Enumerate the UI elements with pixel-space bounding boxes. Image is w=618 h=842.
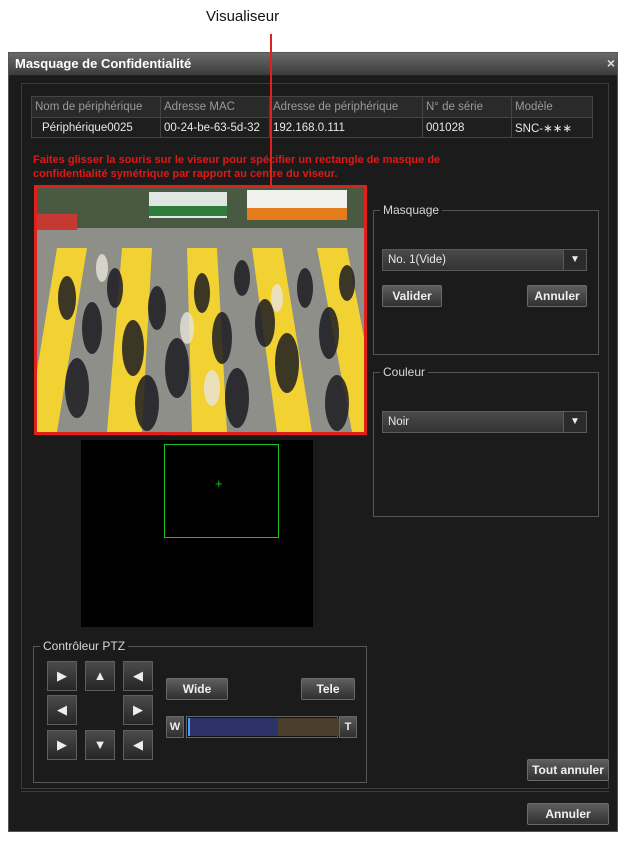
privacy-masking-window: Masquage de Confidentialité × Nom de pér…: [8, 52, 618, 832]
title-bar: Masquage de Confidentialité ×: [9, 53, 617, 76]
ptz-controller-group: Contrôleur PTZ: [33, 639, 367, 783]
device-table-header: Nom de périphérique Adresse MAC Adresse …: [31, 96, 593, 118]
color-group: Couleur: [373, 365, 599, 517]
masking-legend: Masquage: [383, 203, 440, 217]
close-icon[interactable]: ×: [607, 55, 615, 71]
viewer-callout-label: Visualiseur: [206, 8, 280, 25]
col-model: Modèle: [511, 96, 593, 118]
viewer-callout-line: [270, 34, 272, 188]
mask-number-value: No. 1(Vide): [388, 254, 446, 266]
camera-feed-image: [37, 188, 364, 432]
cancel-button[interactable]: Annuler: [527, 803, 609, 825]
window-title: Masquage de Confidentialité: [15, 56, 192, 71]
pan-up-left-button[interactable]: ▶: [47, 661, 77, 691]
cell-mac: 00-24-be-63-5d-32: [160, 117, 270, 138]
camera-viewer[interactable]: [34, 185, 367, 435]
pan-down-right-button[interactable]: ◀: [123, 730, 153, 760]
pan-tilt-minimap[interactable]: +: [81, 440, 313, 627]
zoom-wide-end-button[interactable]: W: [166, 716, 184, 738]
mask-number-select[interactable]: No. 1(Vide) ▼: [382, 249, 587, 271]
pan-right-button[interactable]: ▶: [123, 695, 153, 725]
col-device-name: Nom de périphérique: [31, 96, 161, 118]
zoom-slider-handle[interactable]: [188, 718, 190, 736]
tele-button[interactable]: Tele: [301, 678, 355, 700]
color-legend: Couleur: [383, 365, 426, 379]
footer-divider: [21, 791, 609, 792]
col-mac: Adresse MAC: [160, 96, 270, 118]
table-row[interactable]: Périphérique0025 00-24-be-63-5d-32 192.1…: [31, 117, 593, 138]
apply-button[interactable]: Valider: [382, 285, 442, 307]
cell-device-name: Périphérique0025: [31, 117, 161, 138]
chevron-down-icon[interactable]: ▼: [563, 412, 586, 432]
tilt-down-button[interactable]: ▼: [85, 730, 115, 760]
center-crosshair-icon: +: [215, 476, 223, 491]
cell-model: SNC-∗∗∗: [511, 117, 593, 138]
current-view-rectangle[interactable]: [164, 444, 279, 538]
ptz-legend: Contrôleur PTZ: [43, 639, 126, 653]
pan-down-left-button[interactable]: ▶: [47, 730, 77, 760]
masking-group: Masquage: [373, 203, 599, 355]
cell-serial: 001028: [422, 117, 512, 138]
wide-button[interactable]: Wide: [166, 678, 228, 700]
cell-device-address: 192.168.0.111: [269, 117, 423, 138]
chevron-down-icon[interactable]: ▼: [563, 250, 586, 270]
col-serial: N° de série: [422, 96, 512, 118]
zoom-digital-range: [278, 718, 342, 736]
cancel-mask-button[interactable]: Annuler: [527, 285, 587, 307]
zoom-tele-end-button[interactable]: T: [339, 716, 357, 738]
color-value: Noir: [388, 416, 410, 428]
cancel-all-button[interactable]: Tout annuler: [527, 759, 609, 781]
device-table: Nom de périphérique Adresse MAC Adresse …: [31, 96, 593, 138]
zoom-slider[interactable]: [186, 716, 342, 738]
pan-left-button[interactable]: ◀: [47, 695, 77, 725]
tilt-up-button[interactable]: ▲: [85, 661, 115, 691]
zoom-optical-range: [188, 718, 278, 736]
pan-up-right-button[interactable]: ◀: [123, 661, 153, 691]
instruction-text: Faites glisser la souris sur le viseur p…: [33, 154, 441, 180]
col-device-address: Adresse de périphérique: [269, 96, 423, 118]
color-select[interactable]: Noir ▼: [382, 411, 587, 433]
